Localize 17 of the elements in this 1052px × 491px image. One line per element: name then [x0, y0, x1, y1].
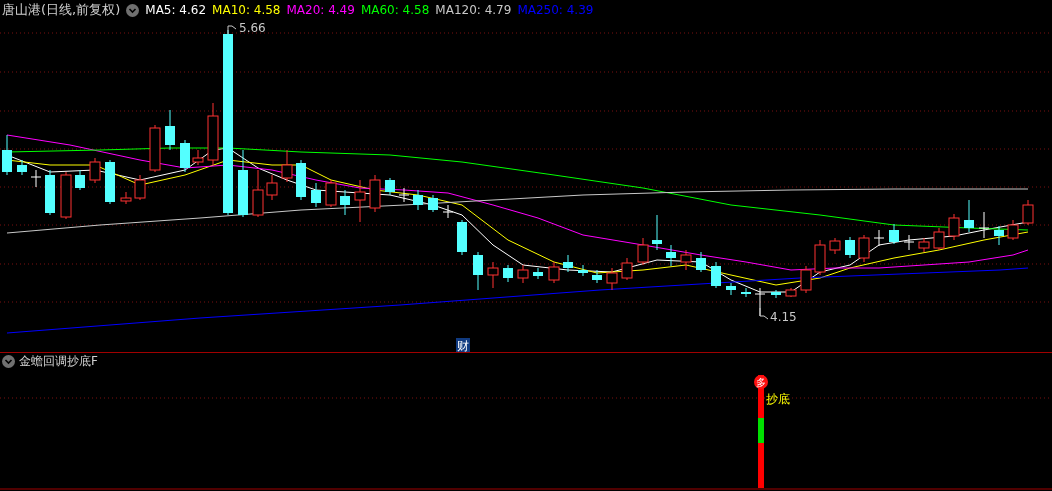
leader-line [759, 307, 769, 320]
ma-legend-item: MA10: 4.58 [212, 3, 281, 17]
dropdown-icon[interactable] [126, 3, 140, 17]
ma-legend-item: MA60: 4.58 [360, 3, 430, 17]
indicator-title: 金蟾回调抄底F [19, 353, 98, 370]
signal-label: 抄底 [766, 392, 790, 406]
leader-line [227, 25, 237, 35]
ma-legend-item: MA5: 4.62 [145, 3, 207, 17]
ma-legend-item: MA120: 4.79 [435, 3, 512, 17]
event-marker[interactable]: 财 [456, 338, 470, 352]
chart-title: 唐山港(日线,前复权) [2, 1, 121, 19]
ma-legend-item: MA20: 4.49 [286, 3, 355, 17]
ma-legend-item: MA250: 4.39 [517, 3, 594, 17]
high-price-label: 5.66 [239, 21, 266, 35]
dropdown-icon[interactable] [2, 355, 15, 368]
low-price-label: 4.15 [770, 310, 797, 324]
signal-badge: 多 [754, 375, 768, 389]
